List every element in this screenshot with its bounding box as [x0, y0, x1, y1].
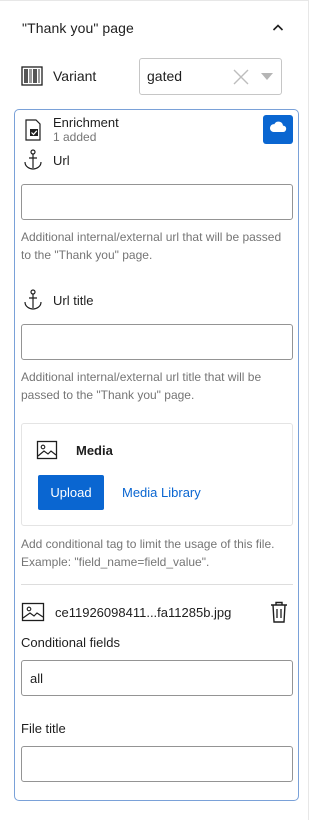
variant-label: Variant — [53, 68, 97, 84]
url-title-label: Url title — [53, 292, 94, 308]
file-name: ce11926098411...fa11285b.jpg — [55, 604, 232, 620]
file-row: ce11926098411...fa11285b.jpg — [15, 597, 298, 627]
file-title-label: File title — [21, 721, 66, 736]
variant-select-value: gated — [147, 68, 183, 84]
file-title-input[interactable] — [21, 746, 293, 782]
enrichment-card: Enrichment 1 added Url Additional intern… — [14, 109, 299, 801]
media-box: Media Upload Media Library — [21, 423, 293, 526]
url-title-input[interactable] — [21, 324, 293, 360]
anchor-icon — [21, 288, 45, 312]
url-label: Url — [53, 152, 70, 168]
enrichment-count: 1 added — [53, 130, 97, 144]
document-check-icon — [23, 119, 43, 141]
thank-you-panel: "Thank you" page Variant gated Enrichmen… — [0, 0, 309, 820]
media-library-link[interactable]: Media Library — [122, 485, 201, 500]
url-field: Url Additional internal/external url tha… — [15, 148, 298, 264]
anchor-icon — [21, 148, 45, 172]
chevron-up-icon[interactable] — [271, 21, 285, 35]
conditional-fields-field — [15, 660, 298, 696]
media-title: Media — [76, 443, 113, 458]
file-title-field — [15, 746, 298, 782]
trash-icon[interactable] — [268, 600, 290, 624]
upload-button[interactable]: Upload — [38, 475, 104, 510]
enrichment-header: Enrichment 1 added — [15, 110, 298, 148]
conditional-fields-input[interactable] — [21, 660, 293, 696]
panel-header[interactable]: "Thank you" page — [0, 0, 308, 54]
cloud-icon — [269, 120, 287, 139]
variant-icon — [21, 65, 43, 87]
url-help: Additional internal/external url that wi… — [21, 230, 282, 262]
clear-icon[interactable] — [231, 67, 251, 87]
image-icon — [36, 439, 58, 461]
url-title-help: Additional internal/external url title t… — [21, 370, 262, 402]
url-input[interactable] — [21, 184, 293, 220]
enrichment-title: Enrichment — [53, 115, 119, 130]
cloud-button[interactable] — [263, 115, 293, 144]
chevron-down-icon[interactable] — [261, 72, 273, 80]
image-icon — [21, 600, 45, 624]
panel-title: "Thank you" page — [22, 19, 134, 36]
conditional-fields-label: Conditional fields — [21, 635, 121, 650]
variant-select[interactable]: gated — [139, 57, 282, 95]
url-title-field: Url title Additional internal/external u… — [15, 288, 298, 404]
variant-row: Variant gated — [0, 54, 308, 98]
media-help: Add conditional tag to limit the usage o… — [21, 537, 275, 569]
media-help-block: Add conditional tag to limit the usage o… — [15, 535, 298, 571]
